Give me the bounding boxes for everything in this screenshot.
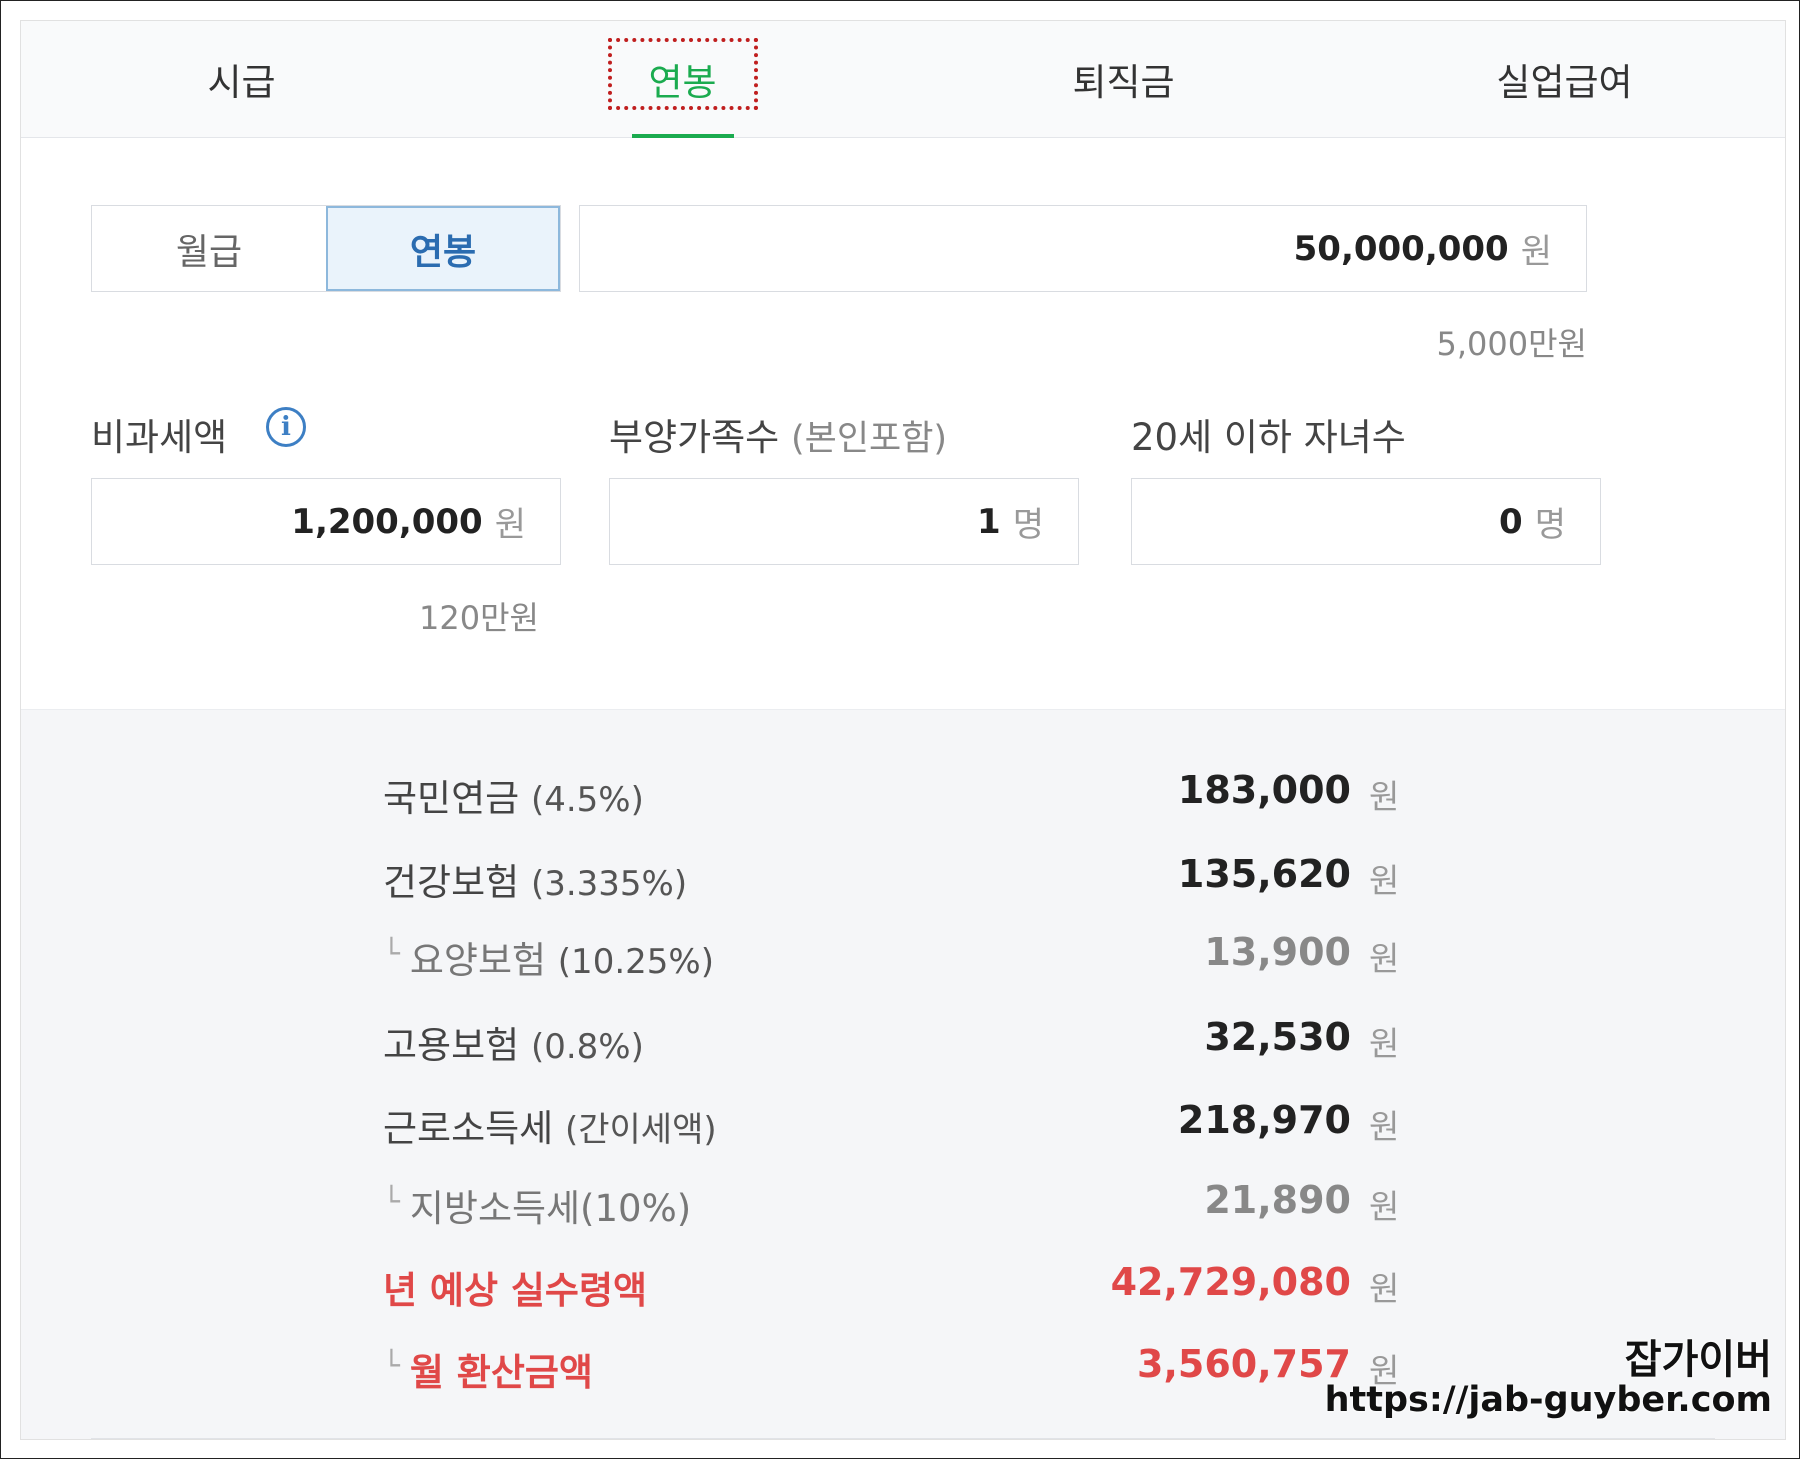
nontaxable-label: 비과세액 <box>91 416 228 459</box>
result-row-annual-net: 년 예상 실수령액 42,729,080 원 <box>383 1260 1400 1312</box>
salary-amount-unit: 원 <box>1520 232 1552 272</box>
result-row-pension: 국민연금 (4.5%) 183,000 원 <box>383 768 1400 820</box>
result-row-longterm-care: └ 요양보험 (10.25%) 13,900 원 <box>383 930 1400 982</box>
salary-type-toggle: 월급 연봉 <box>91 205 561 292</box>
nontaxable-field[interactable]: 1,200,000 원 <box>91 478 561 565</box>
divider <box>91 1438 1715 1439</box>
nontaxable-hint: 120만원 <box>419 599 539 637</box>
salary-amount-hint: 5,000만원 <box>1436 325 1588 363</box>
result-row-employment: 고용보험 (0.8%) 32,530 원 <box>383 1015 1400 1067</box>
results-panel: 국민연금 (4.5%) 183,000 원 건강보험 (3.335%) 135,6… <box>21 709 1785 1439</box>
salary-type-annual-button[interactable]: 연봉 <box>326 206 560 291</box>
children-field[interactable]: 0 명 <box>1131 478 1601 565</box>
salary-amount-value: 50,000,000 <box>1293 228 1509 269</box>
tab-severance[interactable]: 퇴직금 <box>903 21 1344 137</box>
info-icon[interactable]: i <box>266 407 306 447</box>
tab-unemployment[interactable]: 실업급여 <box>1344 21 1785 137</box>
dependents-field[interactable]: 1 명 <box>609 478 1079 565</box>
dependents-label: 부양가족수 (본인포함) <box>609 416 948 459</box>
salary-type-monthly-button[interactable]: 월급 <box>92 206 326 291</box>
highlight-annotation-box <box>607 38 758 110</box>
active-tab-underline <box>631 134 734 138</box>
result-row-income-tax: 근로소득세 (간이세액) 218,970 원 <box>383 1098 1400 1150</box>
salary-amount-field[interactable]: 50,000,000 원 <box>579 205 1587 292</box>
result-row-health: 건강보험 (3.335%) 135,620 원 <box>383 852 1400 904</box>
result-row-local-tax: └ 지방소득세(10%) 21,890 원 <box>383 1178 1400 1230</box>
calculator-panel: 시급 연봉 퇴직금 실업급여 월급 연봉 50,000,000 원 5,000만… <box>20 20 1786 1440</box>
calculator-tabs: 시급 연봉 퇴직금 실업급여 <box>21 21 1785 138</box>
watermark-url: https://jab-guyber.com <box>1324 1380 1772 1420</box>
watermark-name: 잡가이버 <box>1624 1337 1772 1383</box>
tab-hourly[interactable]: 시급 <box>21 21 462 137</box>
children-label: 20세 이하 자녀수 <box>1131 416 1406 459</box>
tab-annual-salary[interactable]: 연봉 <box>462 21 903 138</box>
